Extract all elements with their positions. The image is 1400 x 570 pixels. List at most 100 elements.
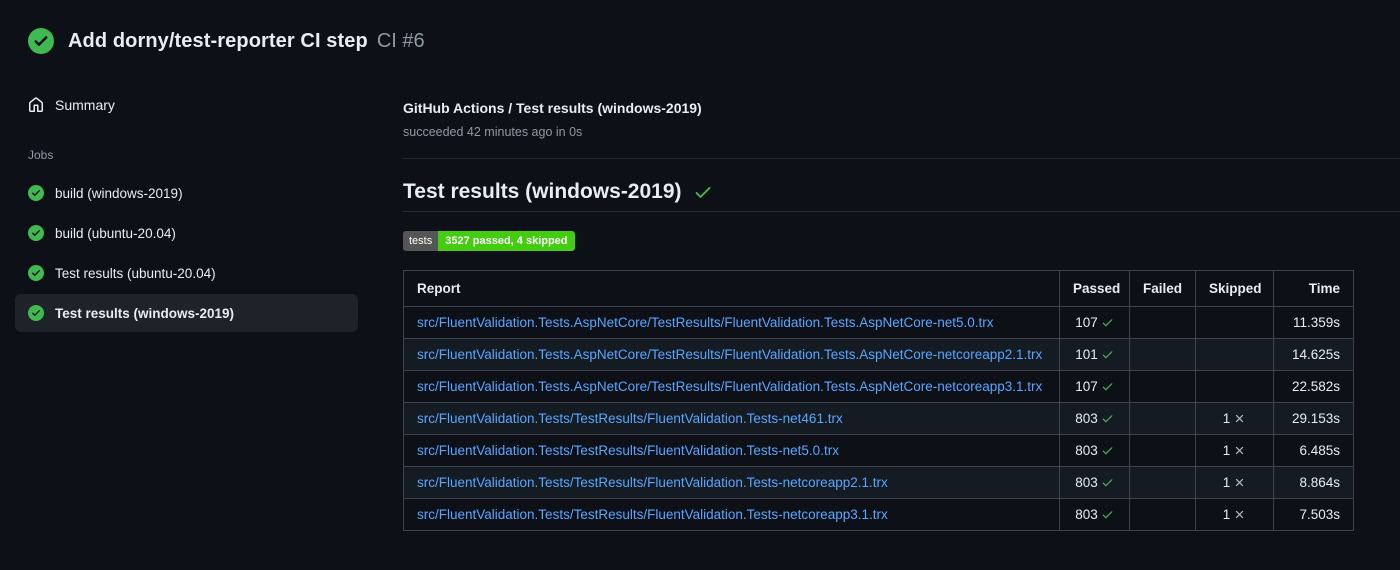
failed-cell (1129, 402, 1196, 435)
table-row: src/FluentValidation.Tests/TestResults/F… (403, 402, 1354, 435)
report-cell: src/FluentValidation.Tests/TestResults/F… (403, 498, 1060, 531)
failed-cell (1129, 338, 1196, 371)
sidebar-item-summary[interactable]: Summary (28, 95, 379, 115)
skipped-cell: 1 (1195, 402, 1274, 435)
skipped-cell (1195, 338, 1274, 371)
passed-cell-value: 803 (1075, 475, 1098, 490)
passed-cell-value: 101 (1075, 347, 1098, 362)
sidebar-job-item[interactable]: Test results (ubuntu-20.04) (15, 254, 358, 292)
col-header-skipped: Skipped (1195, 270, 1274, 307)
time-cell: 11.359s (1273, 306, 1354, 339)
skipped-cell-value: 1 (1222, 475, 1231, 490)
table-header-row: Report Passed Failed Skipped Time (403, 270, 1354, 307)
sidebar: Summary Jobs build (windows-2019) build (… (0, 54, 403, 334)
skipped-cell-value: 1 (1222, 411, 1231, 426)
sidebar-job-item[interactable]: build (windows-2019) (15, 174, 358, 212)
check-icon (1102, 511, 1113, 519)
run-header: Add dorny/test-reporter CI step CI #6 (0, 0, 1400, 54)
failed-cell (1129, 498, 1196, 531)
table-row: src/FluentValidation.Tests.AspNetCore/Te… (403, 370, 1354, 403)
badge-label: tests (403, 231, 439, 251)
job-label: Test results (windows-2019) (55, 305, 235, 321)
col-header-failed: Failed (1129, 270, 1196, 307)
x-icon (1236, 446, 1244, 455)
col-header-passed: Passed (1059, 270, 1130, 307)
main-content: GitHub Actions / Test results (windows-2… (403, 54, 1400, 531)
section-heading: Test results (windows-2019) (403, 179, 1400, 212)
x-icon (1236, 510, 1244, 519)
job-label: build (ubuntu-20.04) (55, 225, 176, 241)
table-row: src/FluentValidation.Tests/TestResults/F… (403, 498, 1354, 531)
table-row: src/FluentValidation.Tests/TestResults/F… (403, 466, 1354, 499)
check-circle-icon (28, 28, 54, 54)
results-table: Report Passed Failed Skipped Time src/Fl… (403, 270, 1354, 531)
check-icon (1102, 447, 1113, 455)
passed-cell: 107 (1059, 370, 1130, 403)
time-cell: 22.582s (1273, 370, 1354, 403)
check-icon (695, 187, 711, 198)
check-circle-icon (28, 225, 44, 241)
jobs-list: build (windows-2019) build (ubuntu-20.04)… (15, 174, 379, 332)
skipped-cell-value: 1 (1222, 443, 1231, 458)
skipped-cell: 1 (1195, 466, 1274, 499)
badge-value: 3527 passed, 4 skipped (438, 231, 575, 251)
skipped-cell: 1 (1195, 498, 1274, 531)
table-row: src/FluentValidation.Tests.AspNetCore/Te… (403, 338, 1354, 371)
passed-cell: 107 (1059, 306, 1130, 339)
report-link[interactable]: src/FluentValidation.Tests/TestResults/F… (417, 411, 843, 426)
check-icon (1102, 415, 1113, 423)
check-icon (1102, 351, 1113, 359)
report-cell: src/FluentValidation.Tests/TestResults/F… (403, 434, 1060, 467)
passed-cell-value: 803 (1075, 443, 1098, 458)
skipped-cell: 1 (1195, 434, 1274, 467)
passed-cell: 803 (1059, 402, 1130, 435)
table-row: src/FluentValidation.Tests.AspNetCore/Te… (403, 306, 1354, 339)
tests-badge: tests 3527 passed, 4 skipped (403, 231, 575, 251)
report-cell: src/FluentValidation.Tests/TestResults/F… (403, 466, 1060, 499)
skipped-cell (1195, 370, 1274, 403)
time-cell: 29.153s (1273, 402, 1354, 435)
check-circle-icon (28, 185, 44, 201)
report-link[interactable]: src/FluentValidation.Tests/TestResults/F… (417, 443, 839, 458)
job-label: build (windows-2019) (55, 185, 183, 201)
report-link[interactable]: src/FluentValidation.Tests.AspNetCore/Te… (417, 347, 1042, 362)
failed-cell (1129, 370, 1196, 403)
report-link[interactable]: src/FluentValidation.Tests.AspNetCore/Te… (417, 379, 1042, 394)
check-circle-icon (28, 305, 44, 321)
report-cell: src/FluentValidation.Tests/TestResults/F… (403, 402, 1060, 435)
x-icon (1236, 478, 1244, 487)
check-run-header: GitHub Actions / Test results (windows-2… (403, 98, 1400, 159)
failed-cell (1129, 466, 1196, 499)
check-run-title: GitHub Actions / Test results (windows-2… (403, 100, 702, 116)
table-row: src/FluentValidation.Tests/TestResults/F… (403, 434, 1354, 467)
sidebar-job-item[interactable]: build (ubuntu-20.04) (15, 214, 358, 252)
report-cell: src/FluentValidation.Tests.AspNetCore/Te… (403, 306, 1060, 339)
section-title: Test results (windows-2019) (403, 180, 682, 203)
sidebar-job-item[interactable]: Test results (windows-2019) (15, 294, 358, 332)
x-icon (1236, 414, 1244, 423)
job-label: Test results (ubuntu-20.04) (55, 265, 216, 281)
report-cell: src/FluentValidation.Tests.AspNetCore/Te… (403, 338, 1060, 371)
col-header-time: Time (1273, 270, 1354, 307)
report-link[interactable]: src/FluentValidation.Tests/TestResults/F… (417, 507, 888, 522)
report-link[interactable]: src/FluentValidation.Tests.AspNetCore/Te… (417, 315, 994, 330)
page-layout: Summary Jobs build (windows-2019) build (… (0, 54, 1400, 531)
check-run-status: succeeded 42 minutes ago in 0s (403, 125, 583, 139)
jobs-section-label: Jobs (28, 148, 54, 162)
summary-label: Summary (55, 97, 115, 113)
check-icon (1102, 479, 1113, 487)
report-link[interactable]: src/FluentValidation.Tests/TestResults/F… (417, 475, 888, 490)
passed-cell: 803 (1059, 466, 1130, 499)
home-icon (29, 97, 43, 112)
run-title: Add dorny/test-reporter CI step (68, 29, 368, 52)
check-icon (1102, 319, 1113, 327)
failed-cell (1129, 306, 1196, 339)
skipped-cell (1195, 306, 1274, 339)
passed-cell-value: 107 (1075, 379, 1098, 394)
check-icon (1102, 383, 1113, 391)
check-circle-icon (28, 265, 44, 281)
passed-cell: 803 (1059, 434, 1130, 467)
time-cell: 14.625s (1273, 338, 1354, 371)
time-cell: 7.503s (1273, 498, 1354, 531)
results-table-body: src/FluentValidation.Tests.AspNetCore/Te… (403, 306, 1354, 531)
